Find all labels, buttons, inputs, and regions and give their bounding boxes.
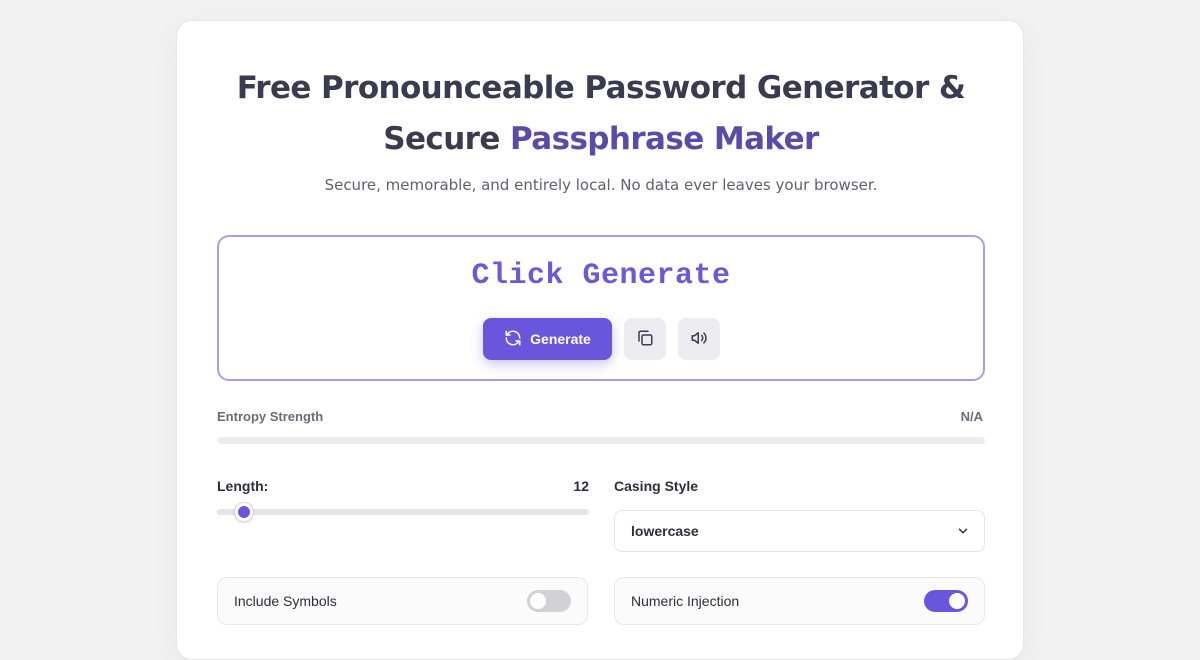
include-symbols-label: Include Symbols	[234, 593, 337, 609]
casing-style-label: Casing Style	[614, 478, 699, 494]
length-slider[interactable]	[217, 503, 589, 521]
length-slider-thumb[interactable]	[234, 503, 253, 521]
copy-icon	[636, 329, 654, 350]
casing-style-select[interactable]: lowercase	[614, 510, 985, 552]
page-subtitle: Secure, memorable, and entirely local. N…	[324, 176, 878, 194]
copy-button[interactable]	[624, 318, 666, 360]
chevron-down-icon	[956, 524, 970, 541]
length-label: Length:	[217, 478, 269, 494]
refresh-icon	[504, 329, 522, 350]
password-output-box: Click Generate Generate	[217, 235, 985, 381]
title-part-2: Passphrase Maker	[510, 121, 819, 157]
include-symbols-toggle[interactable]	[527, 590, 571, 612]
speak-button[interactable]	[678, 318, 720, 360]
generate-button-label: Generate	[530, 331, 591, 347]
entropy-value: N/A	[960, 409, 983, 424]
numeric-injection-row: Numeric Injection	[614, 577, 985, 625]
toggle-knob	[530, 593, 546, 609]
speaker-icon	[690, 329, 708, 350]
casing-style-value: lowercase	[631, 523, 699, 539]
numeric-injection-label: Numeric Injection	[631, 593, 740, 609]
toggle-knob	[949, 593, 965, 609]
entropy-bar	[217, 437, 985, 444]
generator-card: Free Pronounceable Password Generator & …	[176, 20, 1024, 660]
entropy-label: Entropy Strength	[217, 409, 324, 424]
include-symbols-row: Include Symbols	[217, 577, 588, 625]
page-title: Free Pronounceable Password Generator & …	[217, 63, 985, 165]
password-output[interactable]: Click Generate	[219, 259, 983, 293]
generate-button[interactable]: Generate	[483, 318, 612, 360]
length-value: 12	[573, 478, 589, 494]
numeric-injection-toggle[interactable]	[924, 590, 968, 612]
